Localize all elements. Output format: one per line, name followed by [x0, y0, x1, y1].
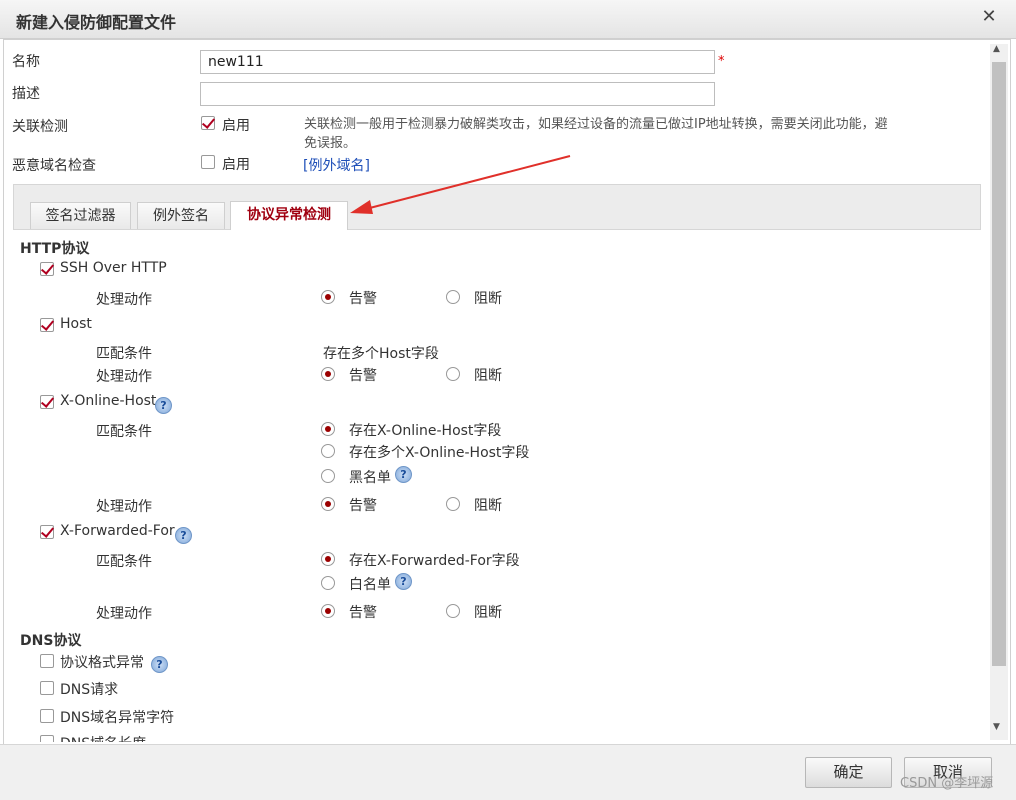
host-label: Host	[60, 316, 92, 332]
x-forwarded-alert-label: 告警	[349, 605, 377, 621]
x-online-option-1-label: 存在X-Online-Host字段	[349, 423, 502, 439]
x-online-option-2-label: 存在多个X-Online-Host字段	[349, 445, 530, 461]
dns-domain-length-checkbox[interactable]	[40, 735, 54, 742]
tab-signature-filter[interactable]: 签名过滤器	[30, 202, 131, 229]
ssh-over-http-label: SSH Over HTTP	[60, 260, 167, 276]
assoc-description: 关联检测一般用于检测暴力破解类攻击，如果经过设备的流量已做过IP地址转换，需要关…	[304, 115, 984, 153]
scroll-up-icon[interactable]: ▲	[993, 44, 1000, 54]
assoc-checkbox[interactable]	[201, 116, 215, 130]
x-online-alert-radio[interactable]	[321, 497, 335, 511]
x-forwarded-alert-radio[interactable]	[321, 604, 335, 618]
tab-protocol-anomaly[interactable]: 协议异常检测	[230, 201, 348, 230]
host-block-radio[interactable]	[446, 367, 460, 381]
x-online-host-label: X-Online-Host	[60, 393, 157, 409]
host-action-label: 处理动作	[96, 369, 152, 385]
ssh-alert-label: 告警	[349, 291, 377, 307]
x-online-host-help-icon[interactable]: ?	[155, 397, 172, 414]
x-forwarded-for-label: X-Forwarded-For	[60, 523, 175, 539]
dns-domain-length-label: DNS域名长度	[60, 733, 146, 742]
host-match-label: 匹配条件	[96, 346, 152, 362]
desc-label: 描述	[12, 86, 40, 102]
dns-request-checkbox[interactable]	[40, 681, 54, 695]
dns-domain-char-checkbox[interactable]	[40, 709, 54, 723]
dns-section-title: DNS协议	[20, 633, 82, 649]
name-input[interactable]: new111	[200, 50, 715, 74]
x-online-option-3-label: 黑名单	[349, 470, 391, 486]
x-forwarded-action-label: 处理动作	[96, 606, 152, 622]
x-forwarded-match-label: 匹配条件	[96, 554, 152, 570]
x-forwarded-option-1-radio[interactable]	[321, 552, 335, 566]
x-online-match-label: 匹配条件	[96, 424, 152, 440]
x-forwarded-for-checkbox[interactable]	[40, 525, 54, 539]
ok-button[interactable]: 确定	[805, 757, 892, 788]
x-forwarded-option-2-radio[interactable]	[321, 576, 335, 590]
tab-exception-signature[interactable]: 例外签名	[137, 202, 225, 229]
dns-format-anomaly-checkbox[interactable]	[40, 654, 54, 668]
host-checkbox[interactable]	[40, 318, 54, 332]
dns-format-help-icon[interactable]: ?	[151, 656, 168, 673]
x-online-block-label: 阻断	[474, 498, 502, 514]
malicious-checkbox[interactable]	[201, 155, 215, 169]
scrollbar-thumb[interactable]	[992, 62, 1006, 666]
ssh-block-radio[interactable]	[446, 290, 460, 304]
required-mark: *	[718, 54, 725, 69]
host-block-label: 阻断	[474, 368, 502, 384]
dns-domain-length-row: DNS域名长度	[36, 731, 336, 742]
dns-format-anomaly-label: 协议格式异常	[60, 655, 144, 671]
x-forwarded-block-label: 阻断	[474, 605, 502, 621]
http-section-title: HTTP协议	[20, 241, 90, 257]
x-forwarded-option-1-label: 存在X-Forwarded-For字段	[349, 553, 520, 569]
whitelist-help-icon[interactable]: ?	[395, 573, 412, 590]
name-label: 名称	[12, 54, 40, 70]
x-online-alert-label: 告警	[349, 498, 377, 514]
close-icon[interactable]: ✕	[980, 7, 998, 27]
assoc-enable-label: 启用	[222, 118, 250, 134]
x-online-host-checkbox[interactable]	[40, 395, 54, 409]
x-online-action-label: 处理动作	[96, 499, 152, 515]
malicious-enable-label: 启用	[222, 157, 250, 173]
ssh-over-http-checkbox[interactable]	[40, 262, 54, 276]
desc-input[interactable]	[200, 82, 715, 106]
annotation-arrow-icon	[350, 155, 571, 214]
x-forwarded-for-help-icon[interactable]: ?	[175, 527, 192, 544]
assoc-description-line1: 关联检测一般用于检测暴力破解类攻击，如果经过设备的流量已做过IP地址转换，需要关…	[304, 117, 888, 132]
malicious-label: 恶意域名检查	[12, 158, 96, 174]
x-online-block-radio[interactable]	[446, 497, 460, 511]
dialog-title: 新建入侵防御配置文件	[16, 13, 177, 32]
dns-domain-char-label: DNS域名异常字符	[60, 710, 175, 726]
host-alert-radio[interactable]	[321, 367, 335, 381]
dns-request-label: DNS请求	[60, 682, 119, 698]
assoc-label: 关联检测	[12, 119, 68, 135]
watermark: CSDN @李坪源	[900, 776, 994, 791]
ssh-action-label: 处理动作	[96, 292, 152, 308]
x-forwarded-option-2-label: 白名单	[349, 577, 391, 593]
scroll-down-icon[interactable]: ▼	[993, 722, 1000, 732]
ssh-block-label: 阻断	[474, 291, 502, 307]
x-online-option-2-radio[interactable]	[321, 444, 335, 458]
x-online-option-3-radio[interactable]	[321, 469, 335, 483]
blacklist-help-icon[interactable]: ?	[395, 466, 412, 483]
host-match-value: 存在多个Host字段	[323, 346, 439, 362]
x-online-option-1-radio[interactable]	[321, 422, 335, 436]
host-alert-label: 告警	[349, 368, 377, 384]
ssh-alert-radio[interactable]	[321, 290, 335, 304]
x-forwarded-block-radio[interactable]	[446, 604, 460, 618]
